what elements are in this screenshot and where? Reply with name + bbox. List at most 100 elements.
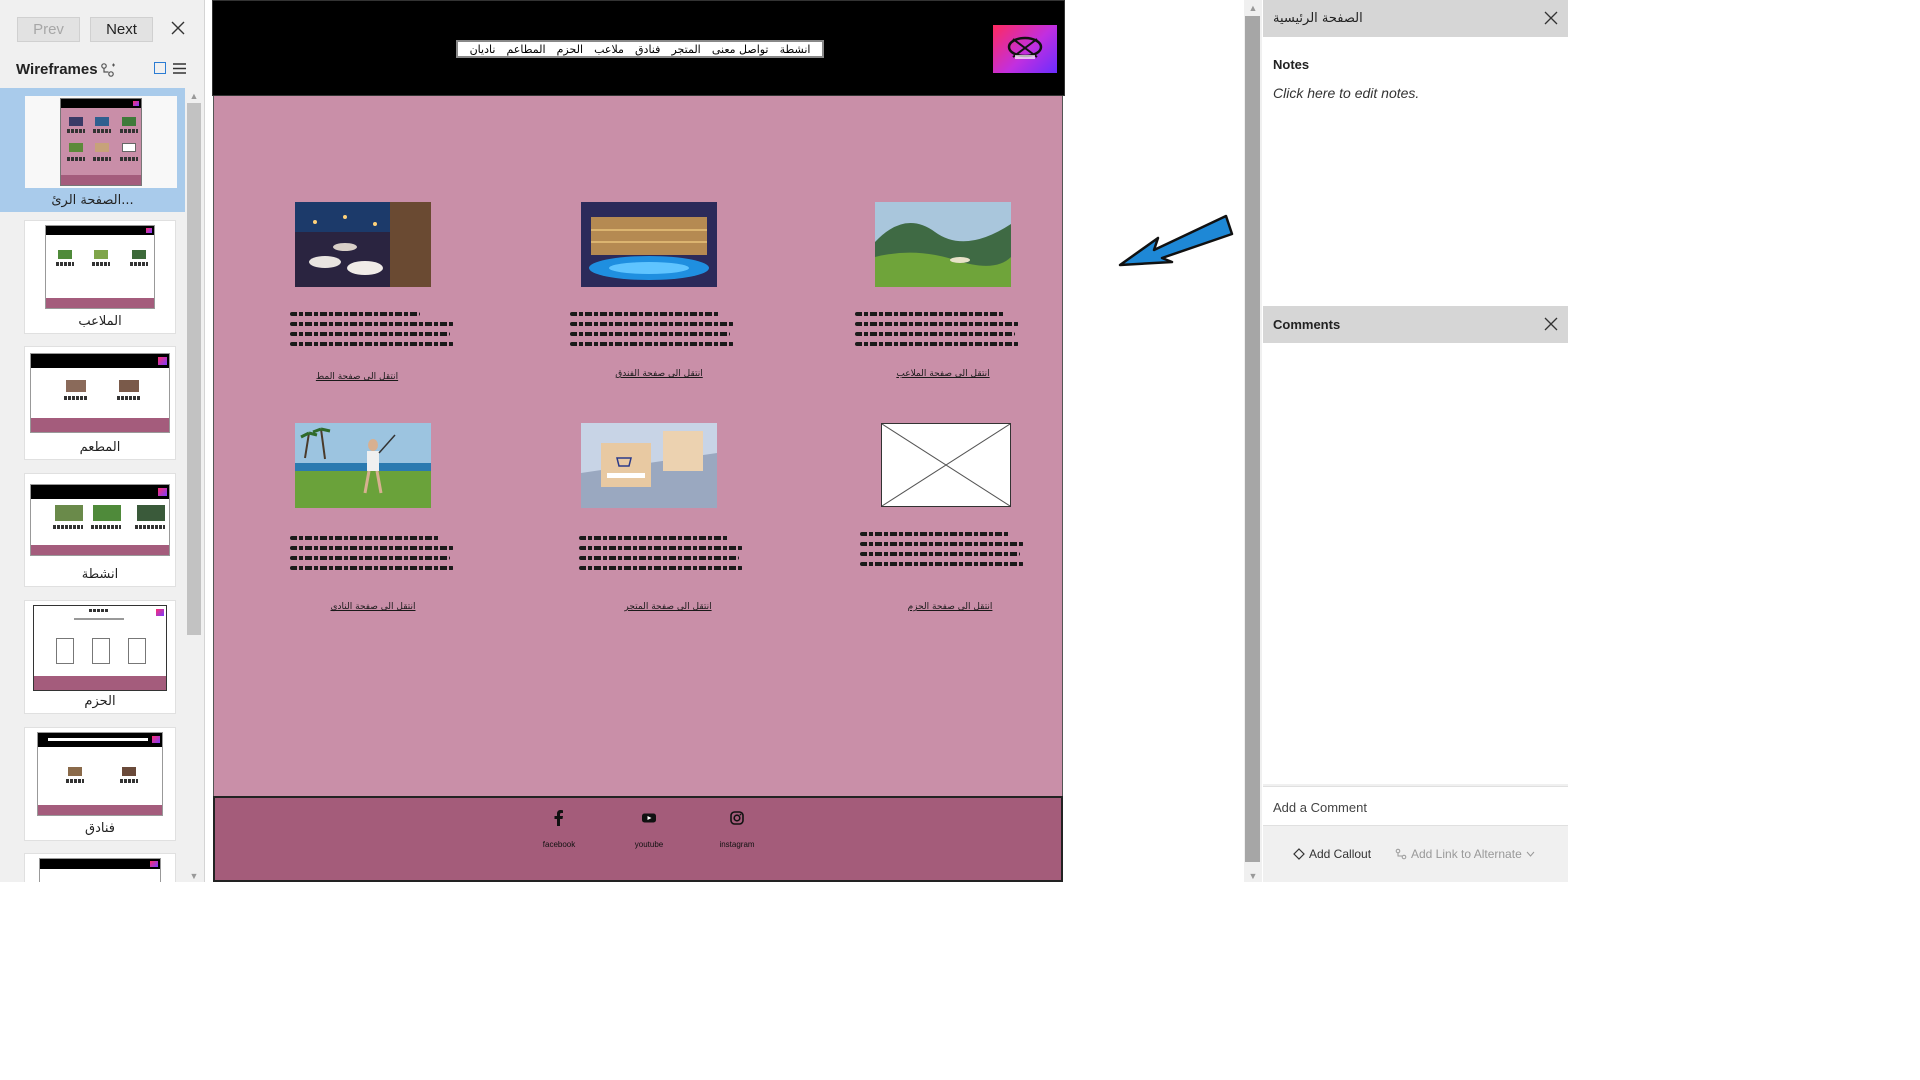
comments-label: Comments — [1273, 317, 1341, 332]
site-logo[interactable] — [993, 25, 1057, 73]
scroll-down-arrow[interactable]: ▼ — [1248, 872, 1258, 881]
facebook-link[interactable]: facebook — [524, 810, 594, 849]
wireframe-label: انشطة — [81, 567, 119, 582]
wireframe-thumbnails: ...الصفحة الرئ الملاعب المطعم انشطة الحز… — [0, 88, 185, 882]
card-description — [570, 312, 736, 352]
thumbnails-scrollbar[interactable]: ▲ ▼ — [186, 88, 203, 882]
card-link[interactable]: انتقل الى صفحة الفندق — [576, 369, 742, 379]
card-description — [855, 312, 1021, 352]
notes-label: Notes — [1273, 57, 1310, 72]
prev-button[interactable]: Prev — [17, 17, 80, 42]
card-description — [860, 532, 1026, 572]
youtube-icon — [642, 813, 656, 823]
logo-emblem-icon — [1007, 36, 1043, 59]
facebook-label: facebook — [542, 840, 576, 849]
notes-editor[interactable]: Click here to edit notes. — [1273, 85, 1419, 101]
page-title: الصفحة الرئيسية — [1273, 11, 1363, 26]
add-link-button[interactable]: Add Link to Alternate — [1395, 847, 1535, 861]
wireframe-thumb-packages[interactable]: الحزم — [24, 600, 176, 714]
card-link[interactable]: انتقل الى صفحة المتجر — [585, 602, 751, 612]
thumb-preview — [30, 484, 170, 556]
add-comment-placeholder: Add a Comment — [1273, 800, 1367, 815]
page-title-header: الصفحة الرئيسية — [1263, 0, 1568, 37]
wireframe-thumb-hotels[interactable]: فنادق — [24, 727, 176, 841]
nav-item[interactable]: المتجر — [671, 43, 700, 56]
site-header: ناديان المطاعم الحزم ملاعب فنادق المتجر … — [212, 0, 1065, 96]
wireframe-thumb-partial[interactable] — [24, 853, 176, 882]
instagram-link[interactable]: instagram — [702, 810, 772, 849]
wireframe-thumb-courts[interactable]: الملاعب — [24, 220, 176, 334]
callout-icon — [1293, 848, 1305, 860]
wireframe-label: فنادق — [85, 821, 115, 836]
thumb-preview — [33, 605, 167, 691]
nav-item[interactable]: تواصل معنى — [712, 43, 769, 56]
add-link-label: Add Link to Alternate — [1411, 847, 1522, 861]
nav-item[interactable]: الحزم — [557, 43, 583, 56]
card-link[interactable]: انتقل الى صفحة الحزم — [867, 602, 1033, 612]
thumb-preview — [30, 353, 170, 433]
nav-item[interactable]: المطاعم — [506, 43, 545, 56]
scroll-up-arrow[interactable]: ▲ — [189, 92, 199, 101]
app-window: Prev Next Wireframes ...الصفحة الرئ المل… — [0, 0, 1568, 882]
notes-section: Notes Click here to edit notes. — [1263, 37, 1568, 306]
facebook-icon — [554, 810, 563, 826]
thumb-preview — [25, 96, 177, 188]
card-link[interactable]: انتقل الى صفحة المط — [274, 372, 440, 382]
nav-item[interactable]: فنادق — [635, 43, 660, 56]
restaurant-image — [295, 202, 431, 287]
nav-item[interactable]: انشطة — [780, 43, 811, 56]
thumb-preview — [37, 732, 163, 816]
wireframe-label: الحزم — [84, 694, 116, 709]
link-alternate-icon[interactable] — [100, 62, 116, 78]
online-shopping-image — [581, 423, 717, 508]
scroll-down-arrow[interactable]: ▼ — [189, 872, 199, 881]
close-icon[interactable] — [1544, 317, 1558, 331]
site-footer: facebook youtube instagram — [213, 796, 1063, 882]
content-area: انتقل الى صفحة المط انتقل الى صفحة الفند… — [213, 96, 1063, 796]
list-view-icon[interactable] — [173, 62, 186, 75]
next-button[interactable]: Next — [90, 17, 153, 42]
scrollbar-thumb[interactable] — [187, 103, 201, 635]
hotel-image — [581, 202, 717, 287]
wireframe-label: المطعم — [79, 440, 121, 455]
add-comment-input[interactable]: Add a Comment — [1263, 786, 1568, 826]
comments-list — [1263, 343, 1568, 784]
wireframe-label: الملاعب — [78, 314, 122, 329]
golf-course-image — [875, 202, 1011, 287]
wireframe-label: ...الصفحة الرئ — [51, 193, 134, 208]
scroll-up-arrow[interactable]: ▲ — [1248, 4, 1258, 13]
wireframes-title: Wireframes — [16, 61, 98, 78]
instagram-icon — [730, 811, 744, 825]
card-link[interactable]: انتقل الى صفحة النادي — [290, 602, 456, 612]
close-icon[interactable] — [1544, 11, 1558, 25]
chevron-down-icon — [1526, 851, 1535, 857]
wireframe-thumb-activities[interactable]: انشطة — [24, 473, 176, 587]
youtube-link[interactable]: youtube — [614, 810, 684, 849]
comments-header: Comments — [1263, 306, 1568, 343]
youtube-label: youtube — [634, 840, 664, 849]
wireframe-thumb-restaurant[interactable]: المطعم — [24, 346, 176, 460]
thumb-preview — [39, 858, 161, 882]
scrollbar-thumb[interactable] — [1245, 16, 1260, 862]
close-icon[interactable] — [170, 20, 186, 36]
canvas-scrollbar[interactable]: ▲ ▼ — [1244, 0, 1262, 882]
image-placeholder — [881, 423, 1011, 507]
grid-view-icon[interactable] — [154, 62, 166, 74]
nav-item[interactable]: ملاعب — [594, 43, 624, 56]
home-page-wireframe: ناديان المطاعم الحزم ملاعب فنادق المتجر … — [212, 0, 1065, 882]
card-description — [290, 536, 456, 576]
link-alternate-icon — [1395, 848, 1407, 860]
wireframe-canvas: ناديان المطاعم الحزم ملاعب فنادق المتجر … — [212, 0, 1244, 882]
arrow-callout-icon[interactable] — [1118, 210, 1234, 270]
site-navbar: ناديان المطاعم الحزم ملاعب فنادق المتجر … — [455, 39, 825, 59]
wireframe-thumb-home[interactable]: ...الصفحة الرئ — [0, 88, 185, 212]
wireframes-panel: Prev Next Wireframes ...الصفحة الرئ المل… — [0, 0, 205, 882]
nav-item[interactable]: ناديان — [470, 43, 496, 56]
card-description — [290, 312, 456, 352]
properties-panel: الصفحة الرئيسية Notes Click here to edit… — [1263, 0, 1568, 882]
add-callout-label: Add Callout — [1309, 847, 1372, 861]
add-callout-button[interactable]: Add Callout — [1293, 847, 1371, 861]
instagram-label: instagram — [719, 840, 755, 849]
comment-actions: Add Callout Add Link to Alternate — [1263, 827, 1568, 882]
card-link[interactable]: انتقل الى صفحة الملاعب — [860, 369, 1026, 379]
